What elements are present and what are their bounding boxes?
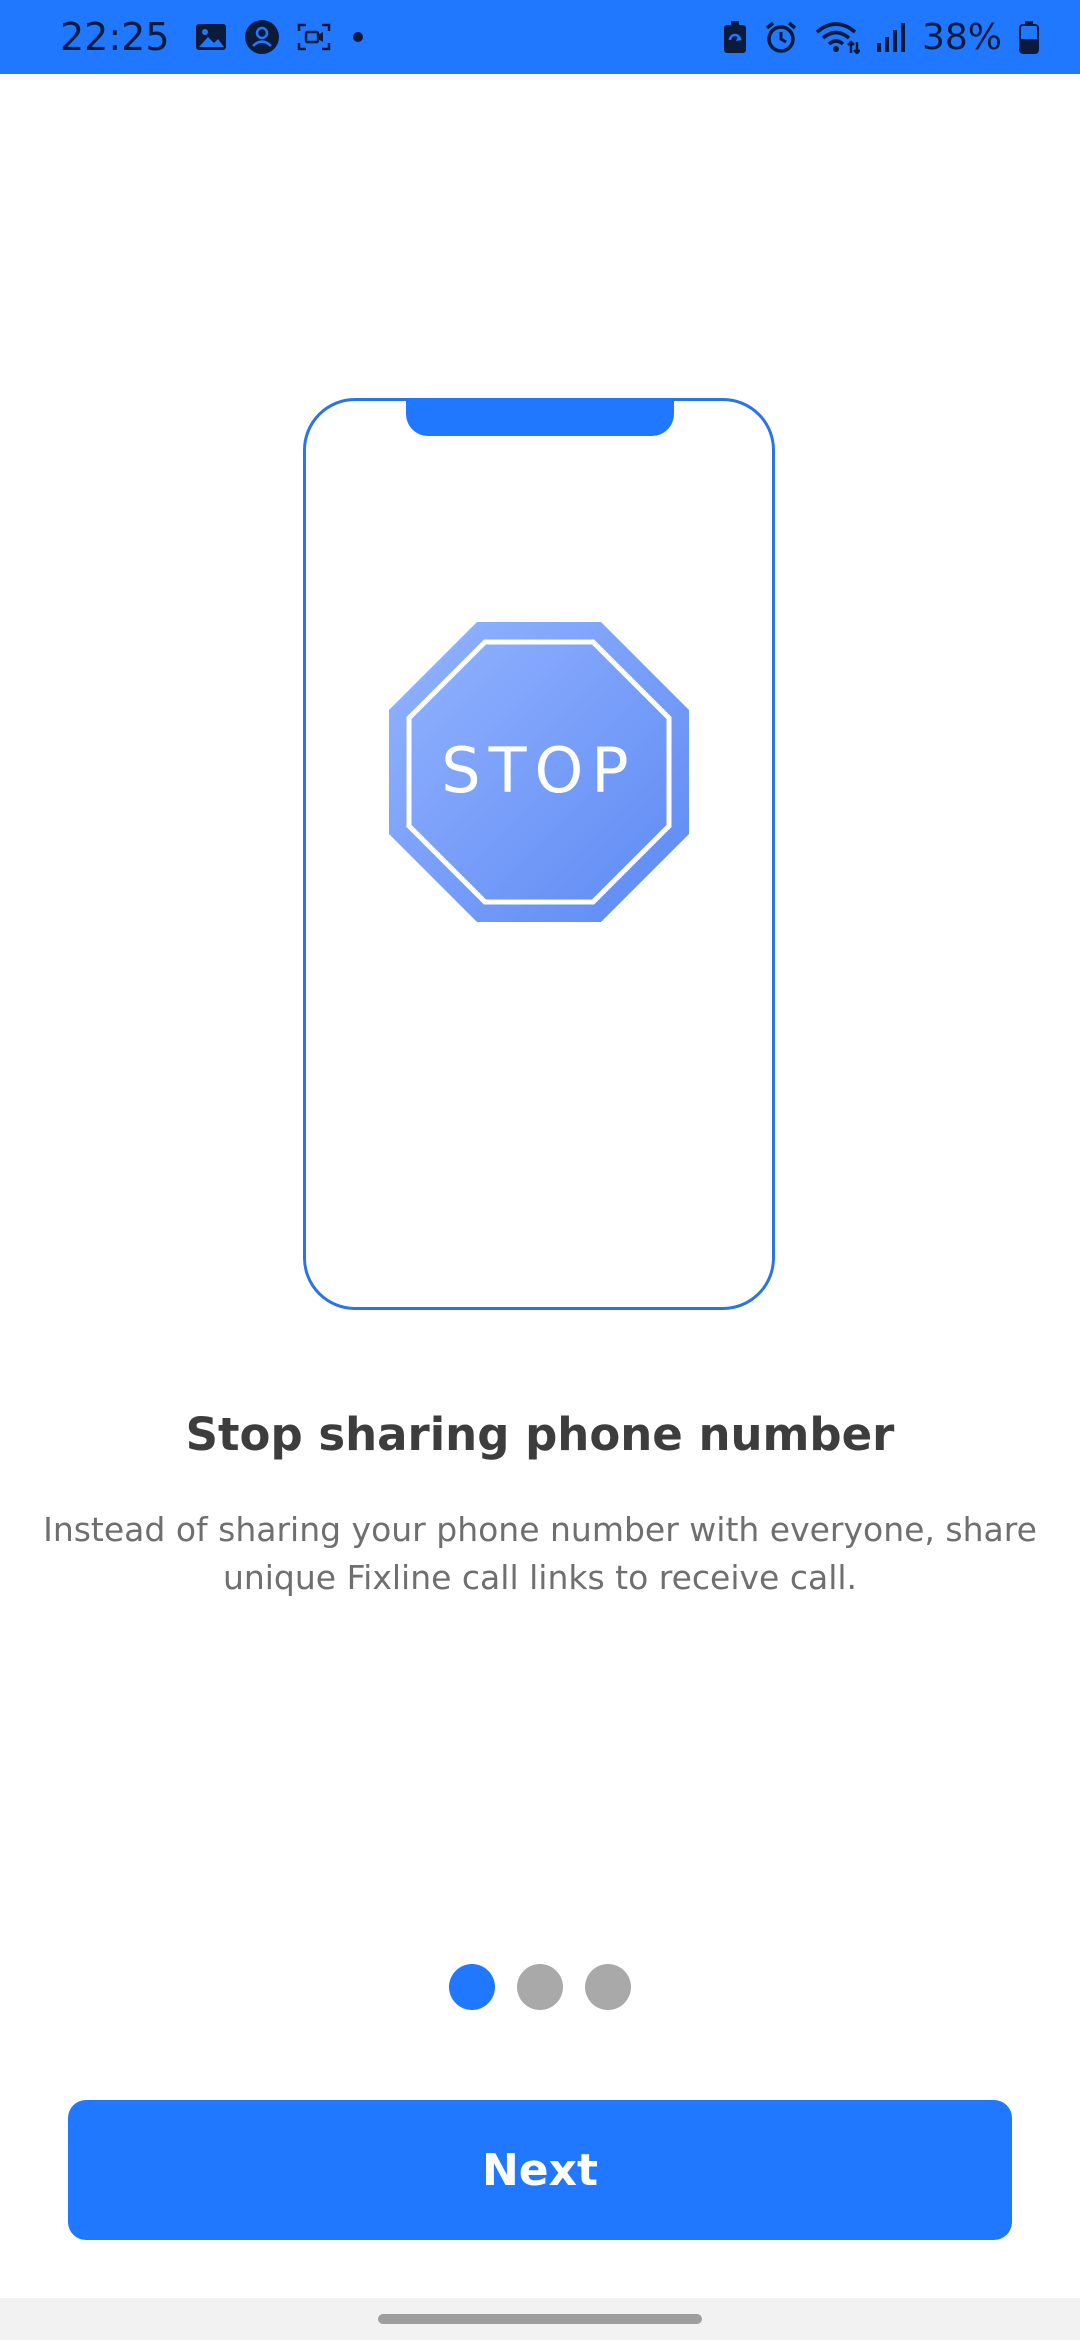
- status-bar-right: 38%: [722, 17, 1040, 58]
- onboarding-description: Instead of sharing your phone number wit…: [20, 1506, 1060, 1602]
- description-line-2: unique Fixline call links to receive cal…: [222, 1558, 858, 1597]
- page-dot-1[interactable]: [449, 1964, 495, 2010]
- status-bar: 22:25 38%: [0, 0, 1080, 74]
- description-line-1: Instead of sharing your phone number wit…: [43, 1510, 1037, 1549]
- battery-icon: [1018, 20, 1040, 54]
- phone-illustration: STOP: [303, 398, 775, 1310]
- notification-dot-icon: [348, 27, 368, 47]
- page-dot-2[interactable]: [517, 1964, 563, 2010]
- stop-sign-icon: STOP: [389, 622, 689, 922]
- signal-icon: [876, 21, 906, 53]
- gesture-nav-area: [0, 2298, 1080, 2340]
- status-time: 22:25: [60, 15, 170, 59]
- next-button[interactable]: Next: [68, 2100, 1012, 2240]
- stop-sign-text: STOP: [441, 734, 636, 807]
- gallery-icon: [194, 22, 228, 52]
- page-indicator: [0, 1964, 1080, 2010]
- battery-percentage: 38%: [921, 16, 1002, 58]
- page-dot-3[interactable]: [585, 1964, 631, 2010]
- battery-saver-icon: [722, 20, 748, 54]
- phone-notch: [406, 398, 674, 436]
- alarm-icon: [764, 20, 798, 54]
- wifi-icon: [814, 20, 860, 54]
- onboarding-screen: 22:25 38% STOP Stop sharing phone number…: [0, 0, 1080, 2340]
- home-gesture-handle[interactable]: [378, 2314, 702, 2324]
- onboarding-title: Stop sharing phone number: [185, 1408, 895, 1461]
- account-icon: [244, 19, 280, 55]
- screen-capture-icon: [296, 22, 332, 52]
- status-bar-left: 22:25: [60, 15, 368, 59]
